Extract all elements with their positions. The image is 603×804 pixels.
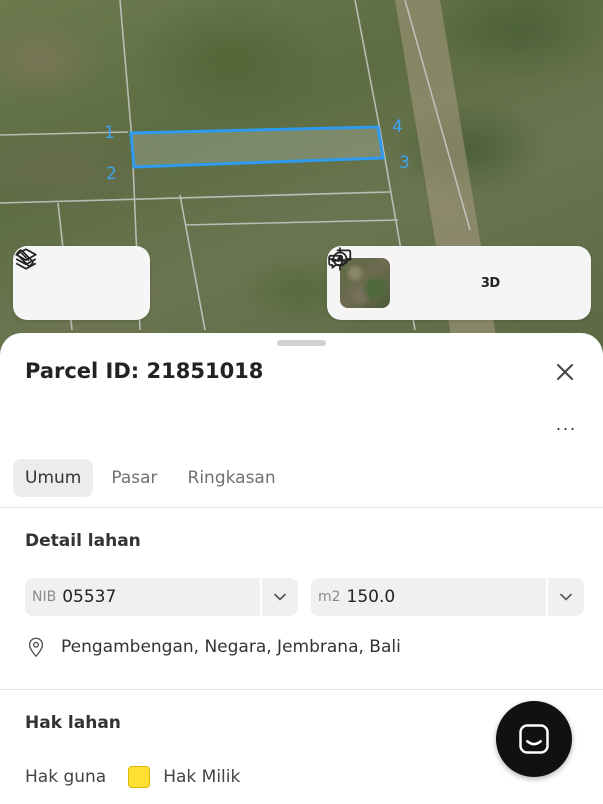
rights-section-title: Hak lahan	[25, 713, 121, 733]
corner-label-1: 1	[104, 123, 115, 143]
section-divider	[0, 689, 603, 690]
corner-label-4: 4	[392, 117, 403, 137]
chevron-down-icon	[260, 578, 298, 616]
map-toolbar-right: 3D	[327, 246, 591, 320]
chat-fab-button[interactable]	[496, 701, 572, 777]
3d-button[interactable]: 3D	[464, 257, 516, 309]
location-text: Pengambengan, Negara, Jembrana, Bali	[61, 637, 401, 657]
corner-label-2: 2	[106, 164, 117, 184]
more-options-button[interactable]: ···	[551, 413, 581, 443]
chat-bubbles-icon	[328, 249, 352, 269]
selected-parcel[interactable]	[129, 125, 385, 169]
area-select[interactable]: m2 150.0	[311, 578, 584, 616]
locate-button[interactable]	[328, 247, 454, 309]
close-icon	[557, 364, 573, 380]
close-button[interactable]	[550, 357, 580, 387]
rights-value: Hak Milik	[163, 767, 241, 787]
nib-prefix: NIB	[32, 589, 57, 605]
more-icon: ···	[555, 417, 577, 438]
tab-divider	[0, 507, 603, 508]
drag-handle[interactable]	[277, 340, 326, 346]
rights-row: Hak guna Hak Milik	[25, 766, 240, 788]
tab-ringkasan[interactable]: Ringkasan	[176, 459, 288, 497]
tab-pasar[interactable]: Pasar	[99, 459, 169, 497]
chevron-down-icon	[546, 578, 584, 616]
area-prefix: m2	[318, 589, 341, 605]
satellite-map[interactable]: 1 2 3 4 3D	[0, 0, 603, 360]
corner-label-3: 3	[399, 153, 410, 173]
detail-section-title: Detail lahan	[25, 531, 141, 551]
chat-button[interactable]	[328, 249, 579, 309]
location-pin-icon	[28, 637, 44, 658]
rights-label: Hak guna	[25, 767, 107, 787]
chat-icon	[519, 724, 549, 754]
rights-color-swatch	[128, 766, 151, 788]
area-value: 150.0	[346, 587, 396, 607]
parcel-title: Parcel ID: 21851018	[25, 359, 264, 383]
ruler-icon	[16, 249, 34, 267]
tab-umum[interactable]: Umum	[13, 459, 94, 497]
3d-label: 3D	[480, 275, 500, 291]
tab-bar: Umum Pasar Ringkasan	[13, 459, 288, 497]
location-row: Pengambengan, Negara, Jembrana, Bali	[25, 635, 401, 659]
nib-select[interactable]: NIB 05537	[25, 578, 298, 616]
map-toolbar-left	[13, 246, 150, 320]
nib-value: 05537	[62, 587, 117, 607]
measure-button[interactable]	[16, 249, 137, 309]
